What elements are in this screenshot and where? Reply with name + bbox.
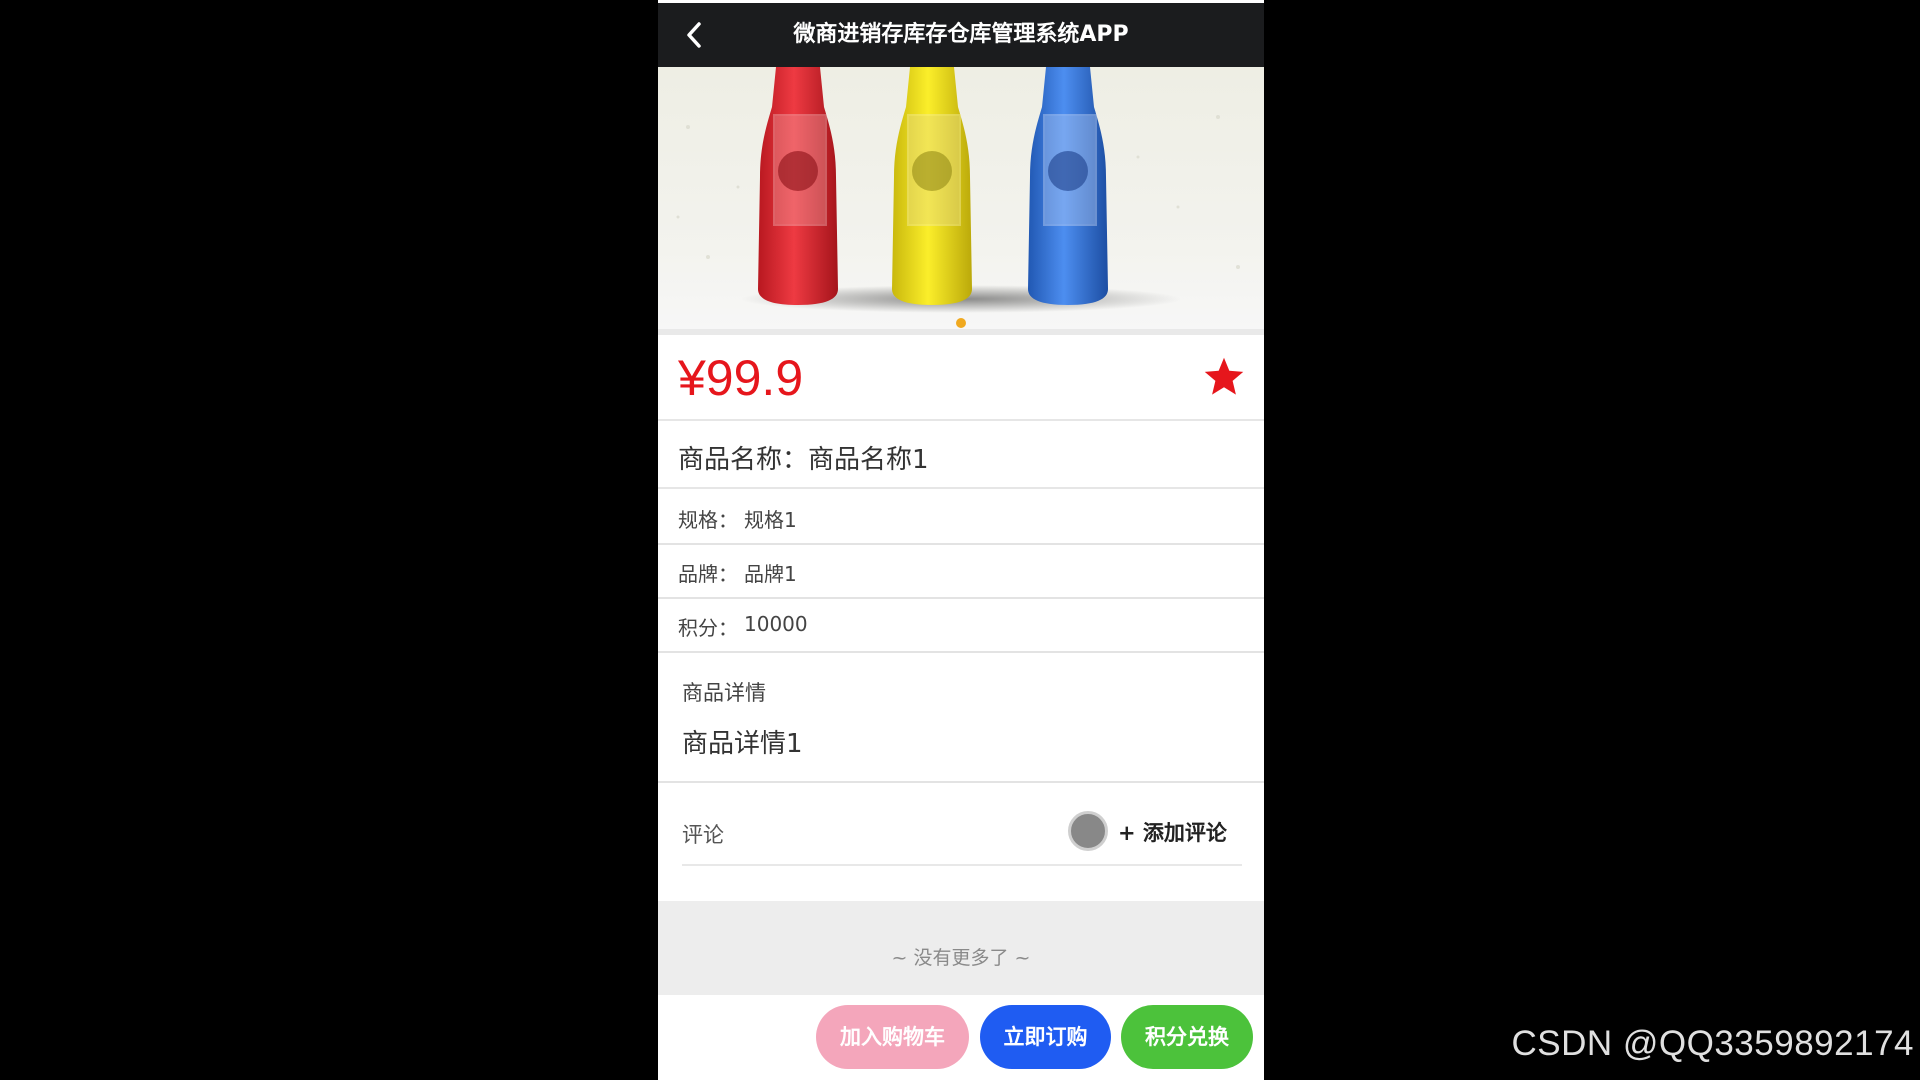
product-name-row: 商品名称：商品名称1: [658, 421, 1264, 489]
brand-row: 品牌： 品牌1: [658, 543, 1264, 599]
brand-value: 品牌1: [744, 562, 797, 586]
page-title: 微商进销存库存仓库管理系统APP: [793, 22, 1129, 47]
product-image-carousel[interactable]: [658, 67, 1264, 329]
spec-value: 规格1: [744, 508, 797, 532]
top-navigation-bar: 微商进销存库存仓库管理系统APP: [658, 3, 1264, 67]
spec-label: 规格：: [678, 508, 738, 532]
product-detail-section: 商品详情 商品详情1: [658, 653, 1264, 783]
product-price: ¥99.9: [678, 350, 804, 406]
carousel-indicator-dot[interactable]: [956, 318, 966, 328]
no-more-text: ~ 没有更多了 ~: [891, 947, 1031, 969]
product-name-value: 商品名称1: [808, 445, 929, 475]
product-name: 商品名称：商品名称1: [678, 439, 929, 476]
add-to-cart-button[interactable]: 加入购物车: [816, 1005, 969, 1069]
phone-screen: 微商进销存库存仓库管理系统APP ¥99.9 商品名称：商品名称1 规格： 规格…: [658, 0, 1264, 1080]
points-label: 积分：: [678, 616, 738, 640]
comment-divider: [682, 864, 1242, 866]
no-more-area: ~ 没有更多了 ~: [658, 901, 1264, 995]
points-row: 积分： 10000: [658, 597, 1264, 653]
comment-label: 评论: [682, 823, 724, 847]
brand-label: 品牌：: [678, 562, 738, 586]
star-icon: [1204, 357, 1244, 395]
favorite-button[interactable]: [1202, 355, 1246, 399]
buy-now-button[interactable]: 立即订购: [980, 1005, 1111, 1069]
price-section: ¥99.9: [658, 335, 1264, 421]
points-exchange-button[interactable]: 积分兑换: [1121, 1005, 1253, 1069]
detail-heading: 商品详情: [682, 681, 766, 705]
spec-row: 规格： 规格1: [658, 489, 1264, 545]
back-button[interactable]: [674, 15, 714, 55]
avatar: [1068, 811, 1108, 851]
comment-section: 评论 + 添加评论: [658, 783, 1264, 901]
add-comment-button[interactable]: + 添加评论: [1118, 817, 1227, 847]
product-bottles-image: [676, 67, 1240, 313]
watermark-text: CSDN @QQ3359892174: [1511, 1024, 1914, 1063]
product-name-label: 商品名称：: [678, 445, 809, 475]
chevron-left-icon: [687, 22, 701, 48]
detail-content: 商品详情1: [682, 729, 803, 759]
bottom-action-bar: 加入购物车 立即订购 积分兑换: [658, 995, 1264, 1080]
points-value: 10000: [744, 612, 808, 636]
